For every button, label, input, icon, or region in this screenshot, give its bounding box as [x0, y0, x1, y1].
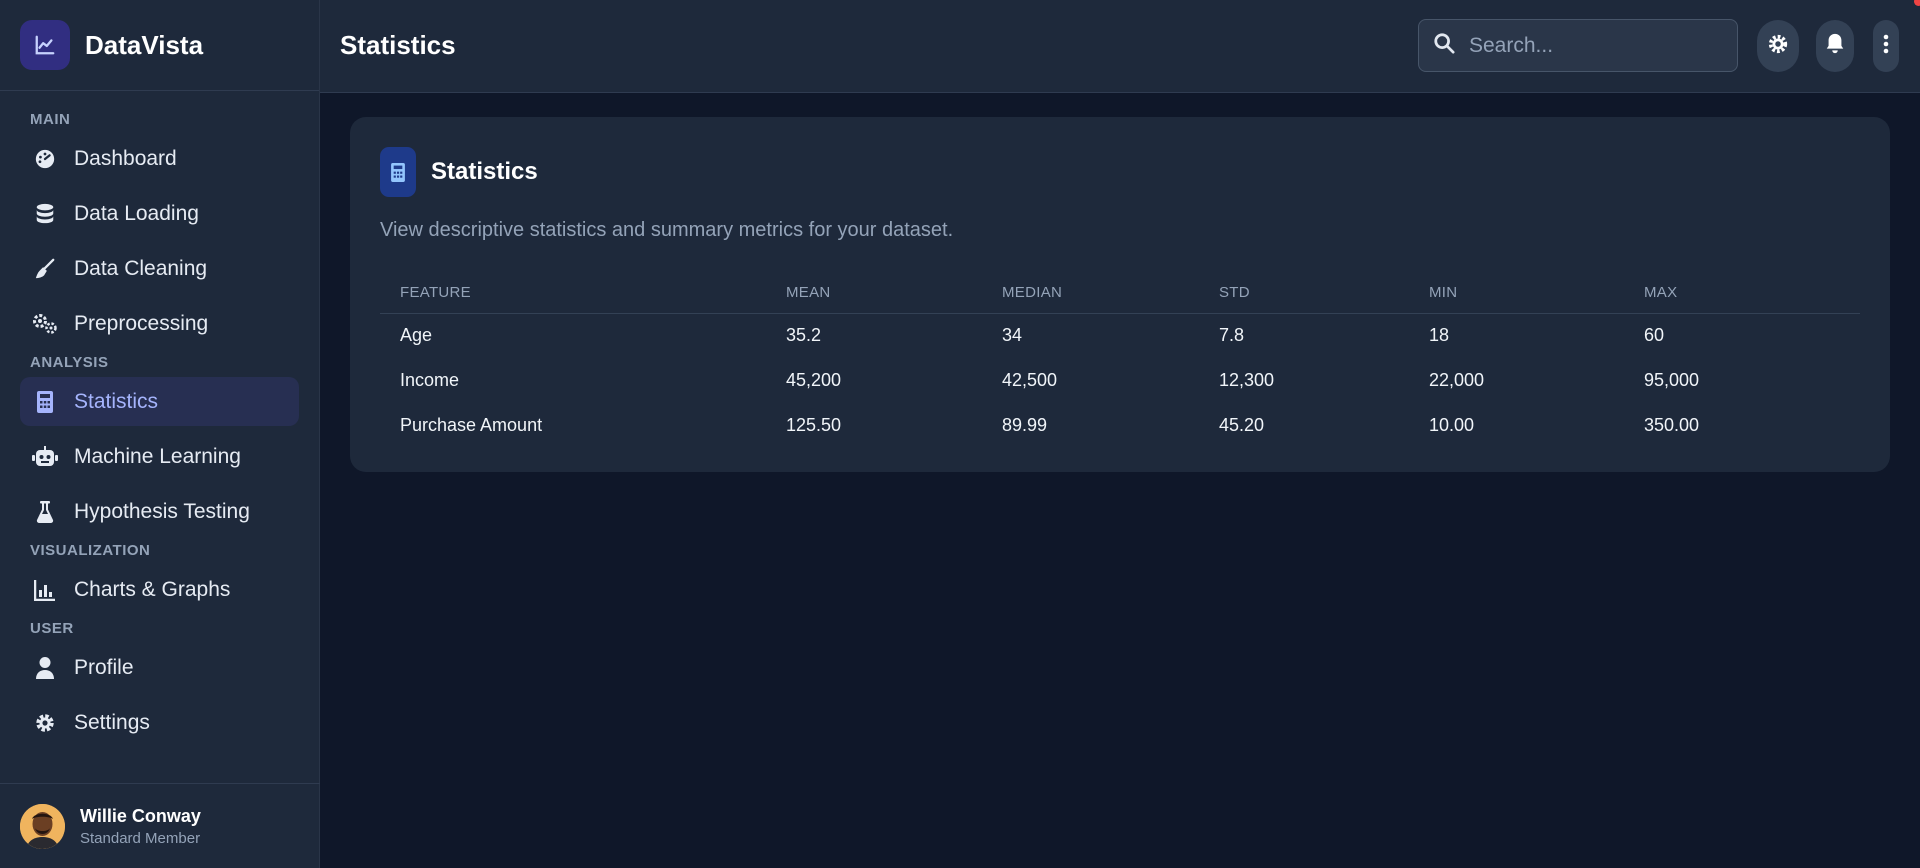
more-vertical-icon: [1883, 34, 1889, 59]
app-root: DataVista MAIN Dashboard Data Loading Da…: [0, 0, 1920, 868]
top-header: Statistics: [320, 0, 1920, 93]
sidebar-item-preprocessing[interactable]: Preprocessing: [20, 299, 299, 348]
calculator-icon: [380, 147, 416, 197]
gauge-icon: [32, 146, 58, 172]
page-title: Statistics: [340, 30, 456, 60]
table-cell: 10.00: [1429, 415, 1475, 435]
sidebar-item-label: Preprocessing: [74, 311, 209, 335]
user-name: Willie Conway: [80, 805, 201, 826]
table-header-row: FEATURE MEAN MEDIAN STD MIN MAX: [380, 272, 1860, 314]
search-input[interactable]: [1469, 33, 1709, 58]
sidebar-item-settings[interactable]: Settings: [20, 698, 299, 747]
table-cell: Income: [400, 370, 460, 390]
sidebar-item-hypothesis-testing[interactable]: Hypothesis Testing: [20, 487, 299, 536]
column-header-std[interactable]: STD: [1219, 272, 1429, 314]
card-title: Statistics: [431, 158, 538, 185]
table-cell: 34: [1002, 325, 1023, 346]
brand[interactable]: DataVista: [0, 0, 319, 91]
statistics-card: Statistics View descriptive statistics a…: [350, 117, 1890, 472]
user-card[interactable]: Willie Conway Standard Member: [0, 783, 320, 868]
table-cell: 42,500: [1002, 370, 1058, 390]
sidebar: DataVista MAIN Dashboard Data Loading Da…: [0, 0, 320, 868]
table-cell: Purchase Amount: [400, 415, 543, 435]
table-cell: 60: [1644, 325, 1665, 346]
chart-line-icon: [20, 20, 70, 70]
column-header-max[interactable]: MAX: [1644, 272, 1860, 314]
sidebar-item-machine-learning[interactable]: Machine Learning: [20, 432, 299, 481]
section-label-user: USER: [30, 620, 74, 637]
notifications-button[interactable]: [1816, 20, 1854, 72]
table-cell: 45.20: [1219, 415, 1265, 435]
statistics-table: FEATURE MEAN MEDIAN STD MIN MAX Age 35.2…: [380, 272, 1860, 448]
table-cell: 22,000: [1429, 370, 1485, 390]
sidebar-item-label: Data Cleaning: [74, 256, 208, 280]
table-row: Income 45,200 42,500 12,300 22,000 95,00…: [380, 358, 1860, 403]
calculator-icon: [32, 389, 58, 415]
sidebar-nav: MAIN Dashboard Data Loading Data Cleanin…: [0, 91, 319, 747]
sidebar-item-dashboard[interactable]: Dashboard: [20, 134, 299, 183]
sidebar-item-label: Charts & Graphs: [74, 577, 231, 601]
table-cell: 18: [1429, 325, 1450, 346]
sidebar-item-charts-graphs[interactable]: Charts & Graphs: [20, 565, 299, 614]
sidebar-item-label: Settings: [74, 710, 150, 734]
avatar: [20, 803, 65, 849]
section-label-main: MAIN: [30, 111, 71, 128]
search-icon: [1433, 32, 1455, 59]
more-menu-button[interactable]: [1873, 20, 1899, 72]
table-cell: 89.99: [1002, 415, 1048, 435]
user-info: Willie Conway Standard Member: [80, 806, 201, 847]
card-header: Statistics: [380, 147, 538, 197]
sidebar-item-profile[interactable]: Profile: [20, 643, 299, 692]
sidebar-item-label: Profile: [74, 655, 134, 679]
bar-chart-icon: [32, 577, 58, 603]
user-icon: [32, 655, 58, 681]
bell-icon: [1825, 33, 1845, 60]
table-cell: Age: [400, 325, 433, 346]
theme-toggle-icon: [1767, 33, 1789, 60]
gears-icon: [32, 311, 58, 337]
section-label-visualization: VISUALIZATION: [30, 542, 151, 559]
sidebar-item-statistics[interactable]: Statistics: [20, 377, 299, 426]
main-content: Statistics View descriptive statistics a…: [320, 93, 1920, 868]
card-description: View descriptive statistics and summary …: [380, 219, 954, 241]
sidebar-item-label: Machine Learning: [74, 444, 241, 468]
sidebar-item-data-cleaning[interactable]: Data Cleaning: [20, 244, 299, 293]
column-header-mean[interactable]: MEAN: [786, 272, 1002, 314]
sidebar-item-label: Data Loading: [74, 201, 199, 225]
table-row: Age 35.2 34 7.8 18 60: [380, 313, 1860, 358]
database-icon: [32, 201, 58, 227]
table-cell: 12,300: [1219, 370, 1275, 390]
table-row: Purchase Amount 125.50 89.99 45.20 10.00…: [380, 403, 1860, 448]
robot-icon: [32, 444, 58, 470]
column-header-median[interactable]: MEDIAN: [1002, 272, 1219, 314]
sidebar-item-label: Statistics: [74, 389, 159, 413]
sidebar-item-label: Dashboard: [74, 146, 177, 170]
notification-dot: [1914, 0, 1920, 6]
table-cell: 350.00: [1644, 415, 1700, 435]
brand-name: DataVista: [85, 29, 204, 60]
search-box[interactable]: [1418, 19, 1738, 72]
theme-toggle-button[interactable]: [1757, 20, 1799, 72]
table-cell: 7.8: [1219, 325, 1245, 346]
column-header-feature[interactable]: FEATURE: [380, 272, 786, 314]
table-cell: 95,000: [1644, 370, 1700, 390]
table-cell: 35.2: [786, 325, 822, 346]
sidebar-item-label: Hypothesis Testing: [74, 499, 250, 523]
column-header-min[interactable]: MIN: [1429, 272, 1644, 314]
table-cell: 125.50: [786, 415, 842, 435]
gear-icon: [32, 710, 58, 736]
broom-icon: [32, 256, 58, 282]
table-cell: 45,200: [786, 370, 842, 390]
user-role: Standard Member: [80, 829, 201, 847]
flask-icon: [32, 499, 58, 525]
sidebar-item-data-loading[interactable]: Data Loading: [20, 189, 299, 238]
section-label-analysis: ANALYSIS: [30, 354, 109, 371]
